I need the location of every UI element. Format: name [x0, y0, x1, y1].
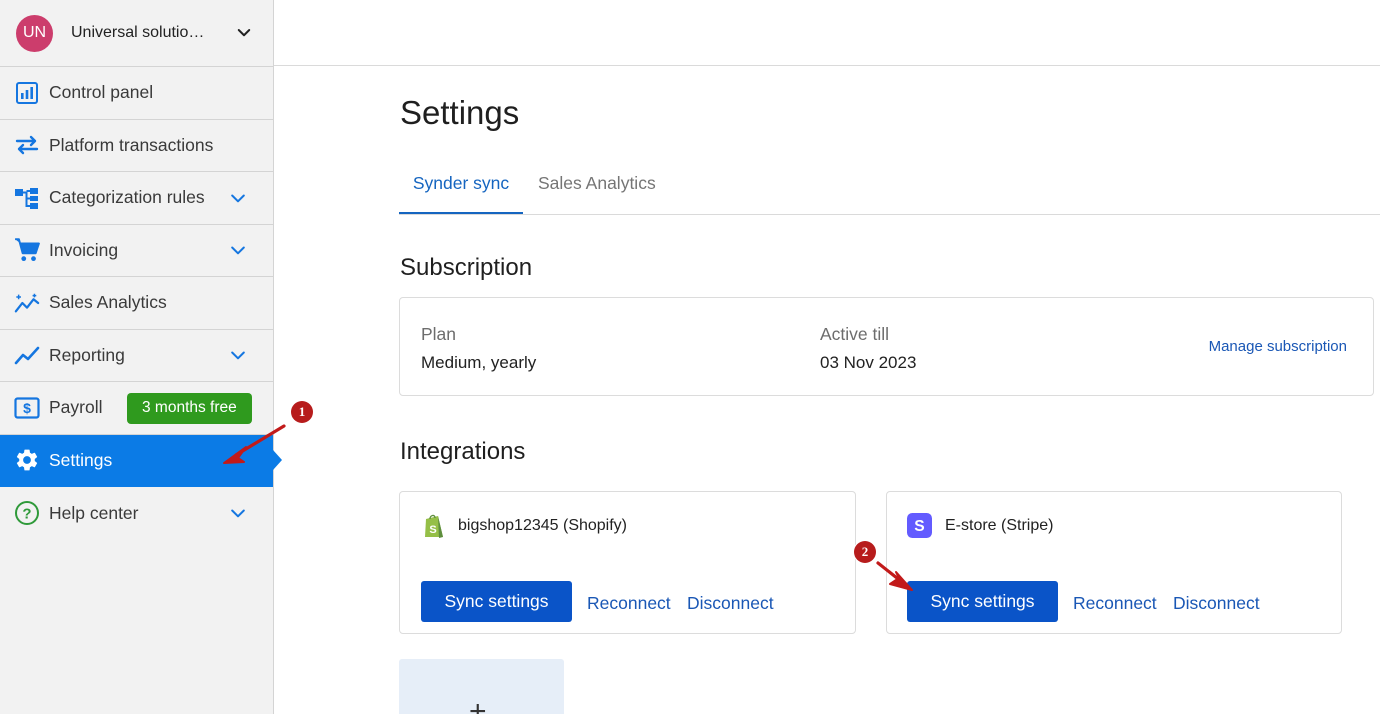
cart-icon: [14, 237, 40, 263]
org-switcher[interactable]: UN Universal solutions inc.: [0, 0, 273, 67]
plan-label: Plan: [421, 324, 457, 344]
sidebar-item-platform-transactions[interactable]: Platform transactions: [0, 120, 273, 172]
sidebar-item-label: Categorization rules: [49, 187, 205, 208]
sidebar-item-label: Reporting: [49, 344, 125, 365]
sidebar-item-label: Sales Analytics: [49, 292, 167, 313]
sidebar-item-sales-analytics[interactable]: Sales Analytics: [0, 277, 273, 330]
plus-icon: +: [469, 695, 487, 714]
disconnect-link[interactable]: Disconnect: [687, 593, 774, 614]
gear-icon: [14, 447, 40, 473]
hierarchy-icon: [14, 185, 40, 211]
sidebar-item-invoicing[interactable]: Invoicing: [0, 225, 273, 277]
sidebar-item-categorization-rules[interactable]: Categorization rules: [0, 172, 273, 225]
step-marker-2: 2: [854, 541, 876, 563]
plan-value: Medium, yearly: [421, 353, 537, 372]
reconnect-link[interactable]: Reconnect: [1073, 593, 1157, 614]
sidebar-item-label: Platform transactions: [49, 134, 214, 155]
chevron-down-icon[interactable]: [228, 188, 248, 208]
add-integration-tile[interactable]: +: [399, 659, 564, 714]
trend-line-icon: [14, 342, 40, 368]
tab-bar: Synder sync Sales Analytics: [399, 168, 1380, 215]
manage-subscription-link[interactable]: Manage subscription: [1209, 338, 1347, 355]
sidebar-item-label: Invoicing: [49, 239, 119, 260]
chevron-down-icon[interactable]: [228, 240, 248, 260]
org-name: Universal solutions inc.: [71, 24, 211, 41]
svg-text:$: $: [23, 400, 31, 416]
svg-text:S: S: [429, 524, 436, 536]
dollar-card-icon: $: [14, 395, 40, 421]
subscription-heading: Subscription: [400, 254, 533, 281]
subscription-card: Plan Medium, yearly Active till 03 Nov 2…: [399, 297, 1374, 396]
avatar: UN: [16, 14, 53, 52]
arrows-swap-icon: [14, 132, 40, 158]
top-header: [274, 0, 1380, 66]
sync-settings-button[interactable]: Sync settings: [421, 581, 572, 622]
integration-name: bigshop12345 (Shopify): [458, 517, 628, 534]
svg-text:S: S: [914, 518, 924, 535]
sidebar-item-label: Help center: [49, 502, 139, 523]
chevron-down-icon[interactable]: [228, 345, 248, 365]
sidebar-item-reporting[interactable]: Reporting: [0, 330, 273, 382]
promo-badge: 3 months free: [127, 393, 252, 424]
step-marker-1: 1: [291, 401, 313, 423]
integration-card-shopify: S bigshop12345 (Shopify) Sync settings R…: [399, 491, 856, 634]
chevron-down-icon[interactable]: [235, 24, 253, 42]
sidebar-item-help-center[interactable]: ? Help center: [0, 487, 273, 540]
chevron-down-icon[interactable]: [228, 503, 248, 523]
tab-sales-analytics[interactable]: Sales Analytics: [538, 168, 656, 214]
sidebar-item-label: Payroll: [49, 397, 103, 418]
sidebar-item-payroll[interactable]: $ Payroll 3 months free: [0, 382, 273, 435]
sidebar-item-label: Settings: [49, 449, 113, 470]
integrations-heading: Integrations: [400, 438, 526, 465]
dashboard-icon: [14, 80, 40, 106]
sparkle-chart-icon: [14, 290, 40, 316]
integration-card-stripe: S E-store (Stripe) Sync settings Reconne…: [886, 491, 1342, 634]
reconnect-link[interactable]: Reconnect: [587, 593, 671, 614]
shopify-logo-icon: S: [425, 514, 443, 538]
sidebar-item-settings[interactable]: Settings: [0, 434, 273, 487]
svg-text:?: ?: [22, 506, 31, 523]
disconnect-link[interactable]: Disconnect: [1173, 593, 1260, 614]
sidebar: UN Universal solutions inc. Control pane…: [0, 0, 274, 714]
help-circle-icon: ?: [14, 500, 40, 526]
tab-synder-sync[interactable]: Synder sync: [399, 168, 523, 214]
sidebar-item-control-panel[interactable]: Control panel: [0, 67, 273, 120]
sidebar-item-label: Control panel: [49, 82, 154, 103]
active-till-label: Active till: [820, 324, 890, 344]
app-root: UN Universal solutions inc. Control pane…: [0, 0, 1380, 714]
page-title: Settings: [400, 94, 520, 131]
active-till-value: 03 Nov 2023: [820, 353, 917, 372]
integration-name: E-store (Stripe): [945, 517, 1054, 534]
stripe-logo-icon: S: [907, 513, 932, 538]
sync-settings-button[interactable]: Sync settings: [907, 581, 1058, 622]
